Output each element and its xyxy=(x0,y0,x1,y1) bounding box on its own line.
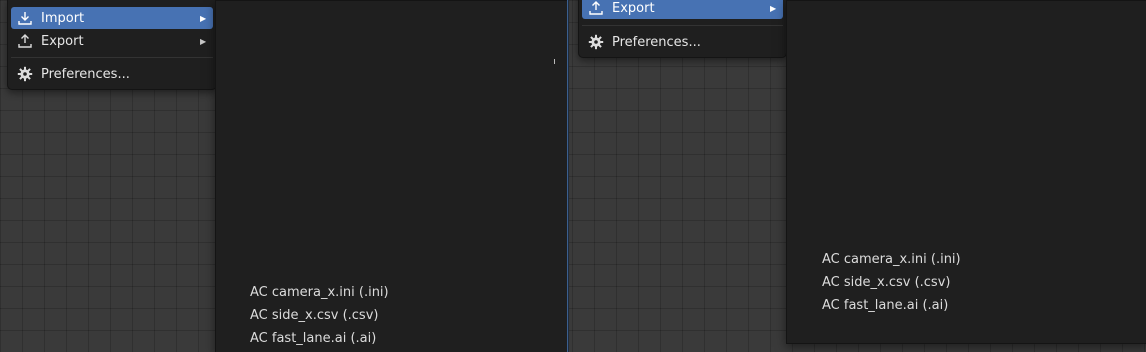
submenu-item-camera[interactable]: AC camera_x.ini (.ini) xyxy=(822,250,961,270)
triangle-right-icon: ▶ xyxy=(200,36,207,46)
preferences-menu-item[interactable]: Preferences... xyxy=(582,31,783,53)
import-icon xyxy=(16,9,34,27)
file-menu: Export ▶ Preferences... xyxy=(578,0,787,58)
gear-icon xyxy=(587,33,605,51)
import-label: Import xyxy=(41,10,85,26)
export-menu-item[interactable]: Export ▶ xyxy=(11,30,213,52)
preferences-label: Preferences... xyxy=(612,34,701,50)
export-submenu: AC camera_x.ini (.ini) AC side_x.csv (.c… xyxy=(786,0,1146,344)
submenu-item-fast-lane[interactable]: AC fast_lane.ai (.ai) xyxy=(822,296,948,316)
export-label: Export xyxy=(41,33,84,49)
left-viewport: Import ▶ Export ▶ Preferences... AC came… xyxy=(0,0,567,352)
right-viewport: Export ▶ Preferences... AC camera_x.ini … xyxy=(569,0,1146,352)
submenu-item-camera[interactable]: AC camera_x.ini (.ini) xyxy=(250,283,389,303)
triangle-right-icon: ▶ xyxy=(200,13,207,23)
preferences-label: Preferences... xyxy=(41,66,130,82)
preferences-menu-item[interactable]: Preferences... xyxy=(11,63,213,85)
import-menu-item[interactable]: Import ▶ xyxy=(11,7,213,29)
submenu-item-side[interactable]: AC side_x.csv (.csv) xyxy=(250,306,378,326)
submenu-item-side[interactable]: AC side_x.csv (.csv) xyxy=(822,273,950,293)
triangle-right-icon: ▶ xyxy=(770,3,777,13)
cursor-mark xyxy=(554,59,555,64)
import-submenu: AC camera_x.ini (.ini) AC side_x.csv (.c… xyxy=(215,0,567,352)
file-menu: Import ▶ Export ▶ Preferences... xyxy=(7,0,217,90)
menu-separator xyxy=(11,57,213,58)
export-label: Export xyxy=(612,0,655,16)
menu-separator xyxy=(582,25,783,26)
export-icon xyxy=(16,32,34,50)
gear-icon xyxy=(16,65,34,83)
export-menu-item[interactable]: Export ▶ xyxy=(582,0,783,19)
export-icon xyxy=(587,0,605,17)
submenu-item-fast-lane[interactable]: AC fast_lane.ai (.ai) xyxy=(250,329,376,349)
